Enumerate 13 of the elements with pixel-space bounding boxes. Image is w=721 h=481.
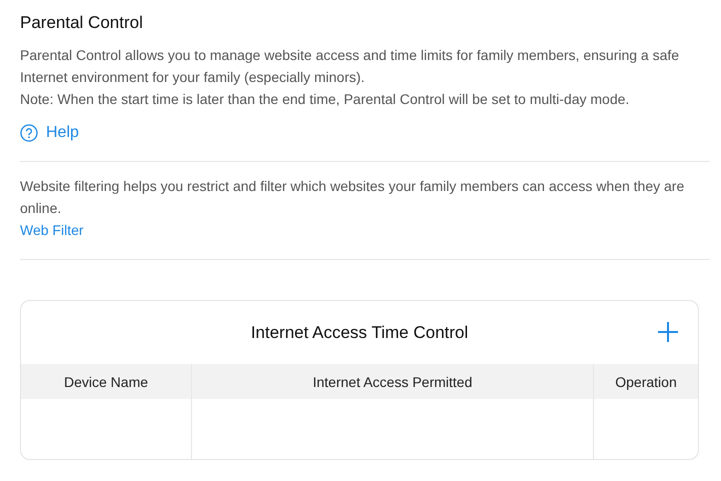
card-title: Internet Access Time Control — [250, 322, 468, 342]
note-text: Note: When the start time is later than the end time, Parental Control will be set to multi-day mode. — [20, 90, 630, 109]
filter-description: Website filtering helps you restrict and filter which websites your family members can access when they are online. — [20, 177, 686, 218]
column-header: Internet Access Permitted — [191, 364, 593, 399]
page-title: Parental Control — [20, 12, 143, 34]
help-link[interactable]: Help — [20, 124, 79, 142]
column-header: Operation — [593, 364, 698, 399]
web-filter-link[interactable]: Web Filter — [20, 219, 84, 241]
plus-icon — [658, 322, 678, 342]
help-icon — [20, 124, 38, 142]
description-text: Parental Control allows you to manage website access and time limits for family members, ensuring a safe Internet environment for your family (especially minors). — [20, 46, 680, 87]
add-button[interactable] — [658, 322, 678, 342]
column-header: Device Name — [21, 364, 191, 399]
